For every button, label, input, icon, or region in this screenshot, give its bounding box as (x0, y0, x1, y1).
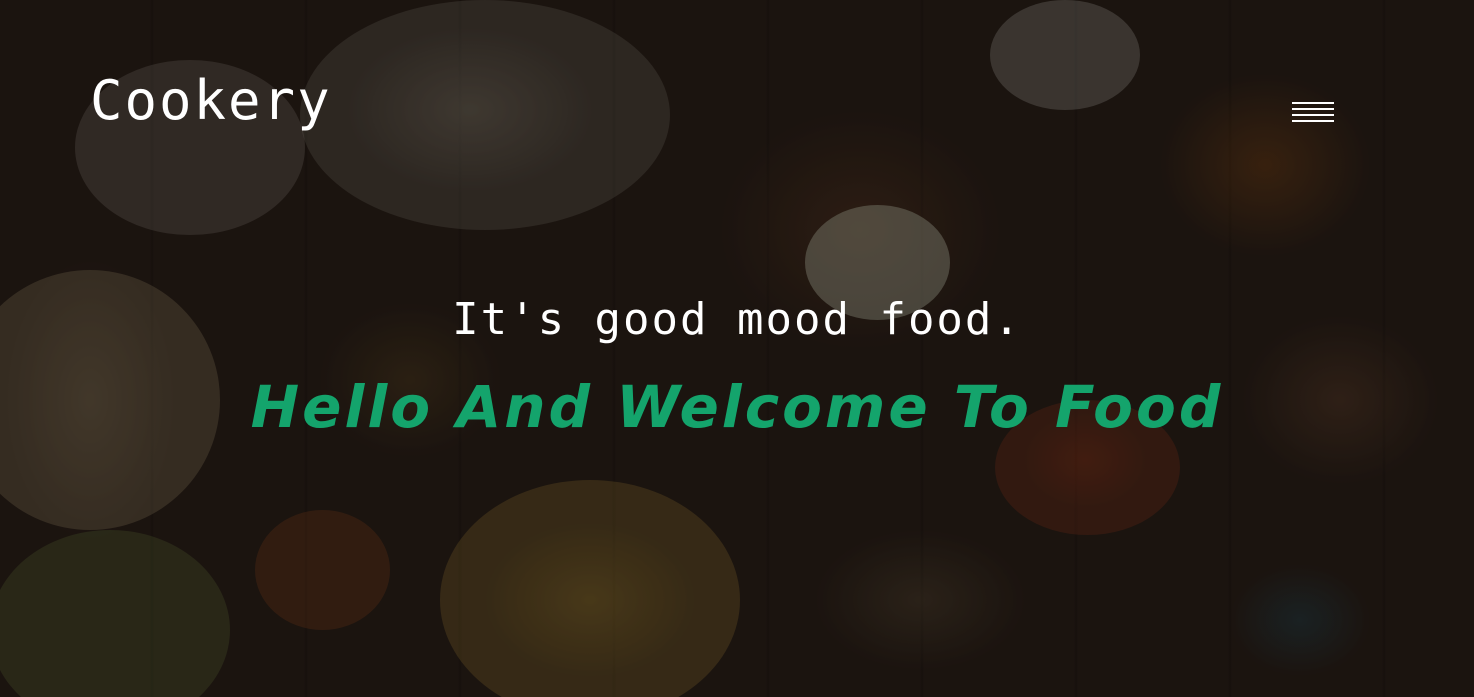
menu-bar-1 (1292, 102, 1334, 104)
menu-bar-4 (1292, 120, 1334, 122)
hamburger-menu-icon[interactable] (1292, 100, 1334, 124)
menu-bar-3 (1292, 114, 1334, 116)
hero-headline: Hello And Welcome To Food (250, 373, 1224, 441)
menu-bar-2 (1292, 108, 1334, 110)
hero-section: Cookery It's good mood food. Hello And W… (0, 0, 1474, 697)
brand-logo[interactable]: Cookery (90, 66, 332, 136)
hero-tagline: It's good mood food. (452, 294, 1022, 345)
